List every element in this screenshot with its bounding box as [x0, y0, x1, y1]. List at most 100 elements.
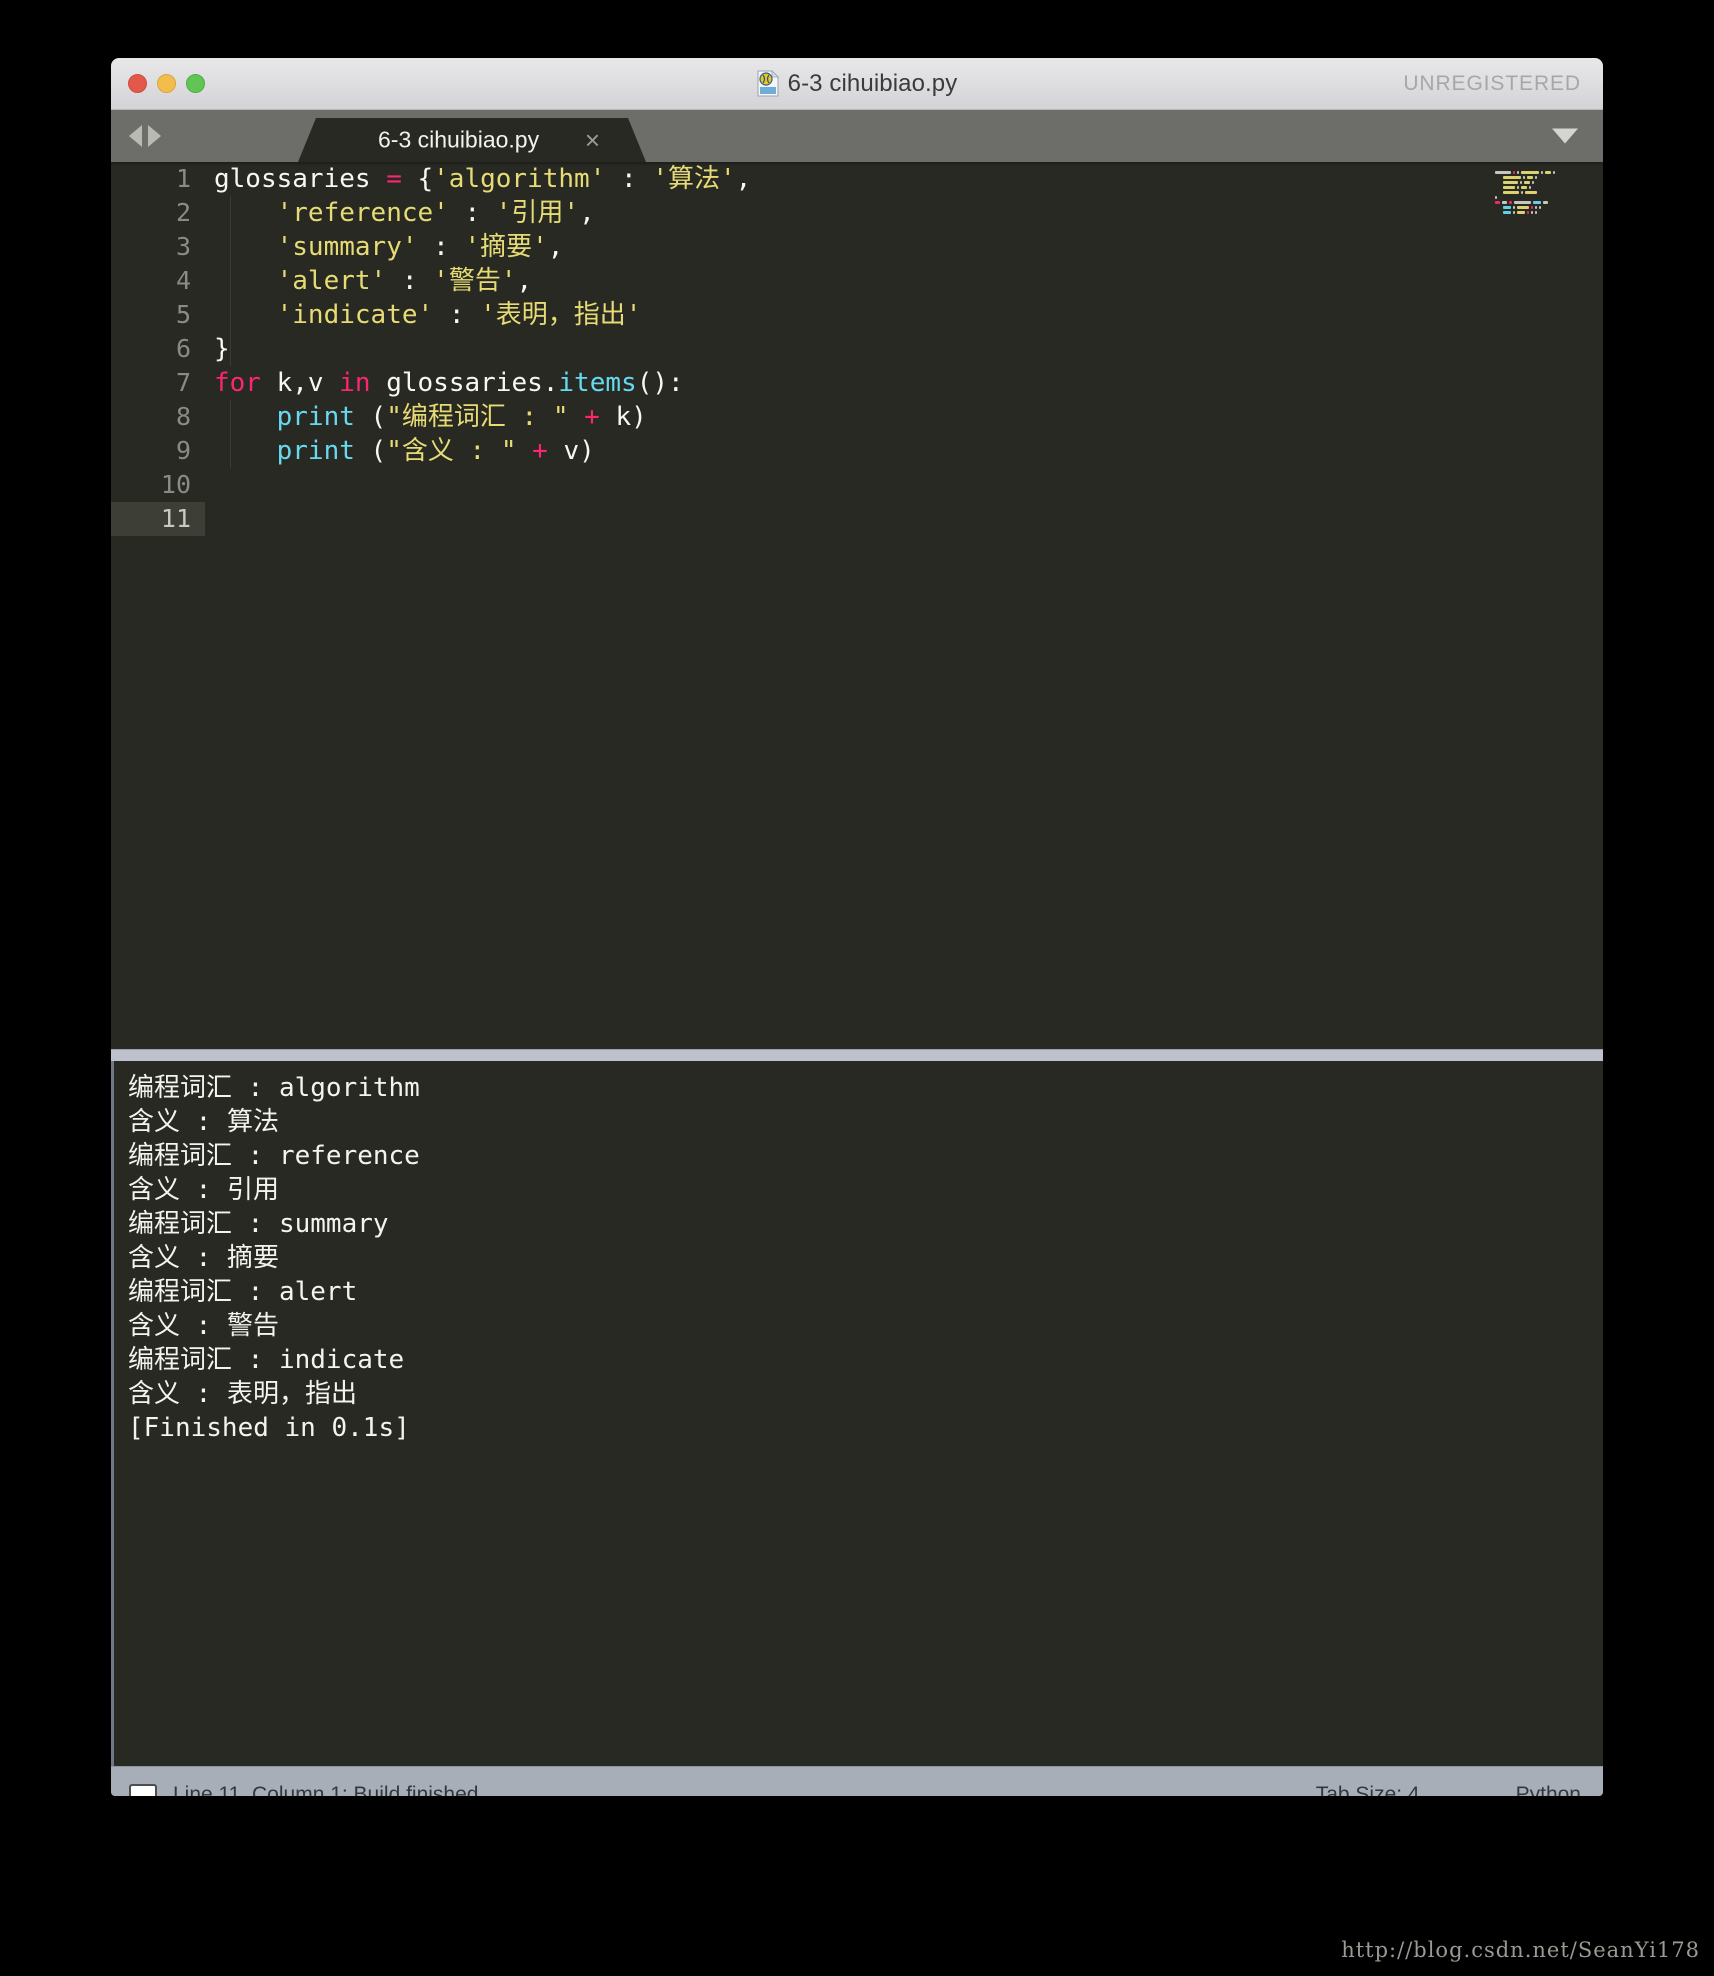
status-bar-right-group: Tab Size: 4 Python — [1316, 1783, 1581, 1797]
console-line: 编程词汇 : reference — [128, 1141, 420, 1171]
code-token-var: v — [563, 436, 580, 466]
code-line-text: 'indicate' : '表明，指出' — [205, 298, 642, 332]
code-token-punct: } — [214, 334, 230, 364]
code-line[interactable]: 9 print ("含义 : " + v) — [111, 434, 1603, 468]
minimize-window-button[interactable] — [157, 74, 176, 93]
minimap-segment — [1503, 176, 1521, 179]
code-line[interactable]: 8 print ("编程词汇 : " + k) — [111, 400, 1603, 434]
code-token-punct: ) — [579, 436, 595, 466]
code-line[interactable]: 7 for k,v in glossaries.items(): — [111, 366, 1603, 400]
close-window-button[interactable] — [128, 74, 147, 93]
line-number: 4 — [175, 266, 191, 295]
minimap-line — [1493, 196, 1581, 200]
code-token-str: 'alert' — [276, 266, 387, 296]
code-token-str: "含义 : " — [386, 436, 517, 466]
minimap-segment — [1503, 181, 1518, 184]
code-token-op: = — [386, 164, 402, 194]
line-number: 9 — [175, 436, 191, 465]
code-token-fn: items — [558, 368, 637, 398]
minimap-line — [1493, 216, 1581, 220]
editor-console-divider[interactable] — [111, 1049, 1603, 1061]
tab-close-icon[interactable]: × — [585, 127, 600, 153]
nav-forward-arrow-icon[interactable] — [148, 125, 161, 147]
python-file-icon — [757, 70, 779, 97]
code-line-text: } — [205, 332, 230, 366]
nav-back-arrow-icon[interactable] — [129, 125, 142, 147]
code-line[interactable]: 3 'summary' : '摘要', — [111, 230, 1603, 264]
build-output-console[interactable]: 编程词汇 : algorithm 含义 : 算法编程词汇 : reference 含… — [111, 1061, 1603, 1766]
minimap-segment — [1530, 206, 1533, 209]
code-token-kw: for — [214, 368, 261, 398]
minimap-segment — [1519, 181, 1522, 184]
code-token-str: 'algorithm' — [433, 164, 606, 194]
tab-6-3-cihuibiao-py[interactable]: 6-3 cihuibiao.py × — [298, 118, 646, 162]
code-lines-container[interactable]: 1 glossaries = {'algorithm' : '算法', 2 'ref… — [111, 162, 1603, 1049]
code-token-punct: ) — [631, 402, 647, 432]
traffic-lights — [128, 74, 205, 93]
code-line-text: 'alert' : '警告', — [205, 264, 533, 298]
line-number: 10 — [160, 470, 191, 499]
syntax-status[interactable]: Python — [1516, 1783, 1581, 1797]
minimap-segment — [1513, 211, 1516, 214]
minimap-segment — [1503, 211, 1512, 214]
line-number: 7 — [175, 368, 191, 397]
chevron-down-icon[interactable] — [1552, 128, 1578, 144]
minimap-segment — [1521, 191, 1524, 194]
console-output-text: 编程词汇 : algorithm 含义 : 算法编程词汇 : reference 含… — [114, 1071, 1603, 1445]
minimap-segment — [1552, 171, 1555, 174]
minimap-line — [1493, 211, 1581, 215]
zoom-window-button[interactable] — [186, 74, 205, 93]
console-line: 含义 : 摘要 — [128, 1243, 279, 1273]
minimap-segment — [1533, 201, 1542, 204]
code-line-text: for k,v in glossaries.items(): — [205, 366, 684, 400]
minimap-segment — [1508, 201, 1512, 204]
code-token-punct — [214, 436, 277, 466]
console-line: 含义 : 表明，指出 — [128, 1379, 357, 1409]
code-token-var: glossaries. — [370, 368, 559, 398]
code-token-str: "编程词汇 : " — [386, 402, 569, 432]
cursor-position-status: Line 11, Column 1; Build finished — [173, 1782, 479, 1797]
minimap-segment — [1522, 176, 1525, 179]
code-line[interactable]: 10 — [111, 468, 1603, 502]
minimap-segment — [1495, 211, 1501, 214]
code-line[interactable]: 1 glossaries = {'algorithm' : '算法', — [111, 162, 1603, 196]
code-line[interactable]: 11 — [111, 502, 1603, 536]
minimap-segment — [1513, 201, 1532, 204]
code-line[interactable]: 5 'indicate' : '表明，指出' — [111, 298, 1603, 332]
screenshot-root: 6-3 cihuibiao.py UNREGISTERED 6-3 cihuib… — [0, 0, 1714, 1976]
code-token-var: k,v — [260, 368, 340, 398]
code-token-punct: : — [448, 198, 496, 228]
code-token-punct: , — [516, 266, 533, 296]
console-line: 含义 : 算法 — [128, 1107, 279, 1137]
minimap-segment — [1535, 211, 1538, 214]
toggle-panel-icon[interactable] — [129, 1783, 157, 1796]
tab-size-status[interactable]: Tab Size: 4 — [1316, 1783, 1420, 1797]
code-token-punct: , — [547, 232, 564, 262]
minimap-segment — [1532, 181, 1535, 184]
minimap-segment — [1535, 176, 1538, 179]
sublime-text-window: 6-3 cihuibiao.py UNREGISTERED 6-3 cihuib… — [111, 58, 1603, 1796]
code-editor[interactable]: 1 glossaries = {'algorithm' : '算法', 2 'ref… — [111, 162, 1603, 1049]
minimap-segment — [1538, 206, 1541, 209]
code-token-punct: , — [735, 164, 752, 194]
minimap-segment — [1517, 171, 1519, 174]
status-bar: Line 11, Column 1; Build finished Tab Si… — [111, 1766, 1603, 1796]
minimap-segment — [1495, 176, 1501, 179]
minimap-line — [1493, 186, 1581, 190]
code-line[interactable]: 2 'reference' : '引用', — [111, 196, 1603, 230]
code-token-punct: : — [417, 232, 465, 262]
code-minimap[interactable] — [1493, 171, 1581, 223]
minimap-segment — [1523, 181, 1531, 184]
code-line[interactable]: 6} — [111, 332, 1603, 366]
code-token-punct: : — [433, 300, 481, 330]
code-token-punct — [214, 300, 277, 330]
code-token-fn: print — [276, 436, 355, 466]
code-token-op: + — [516, 436, 564, 466]
code-token-str: '摘要' — [464, 232, 548, 262]
window-titlebar[interactable]: 6-3 cihuibiao.py UNREGISTERED — [111, 58, 1603, 110]
code-token-fn: print — [276, 402, 355, 432]
code-line[interactable]: 4 'alert' : '警告', — [111, 264, 1603, 298]
console-line: 编程词汇 : algorithm — [128, 1073, 420, 1103]
console-line: 编程词汇 : indicate — [128, 1345, 405, 1375]
minimap-segment — [1495, 196, 1497, 199]
